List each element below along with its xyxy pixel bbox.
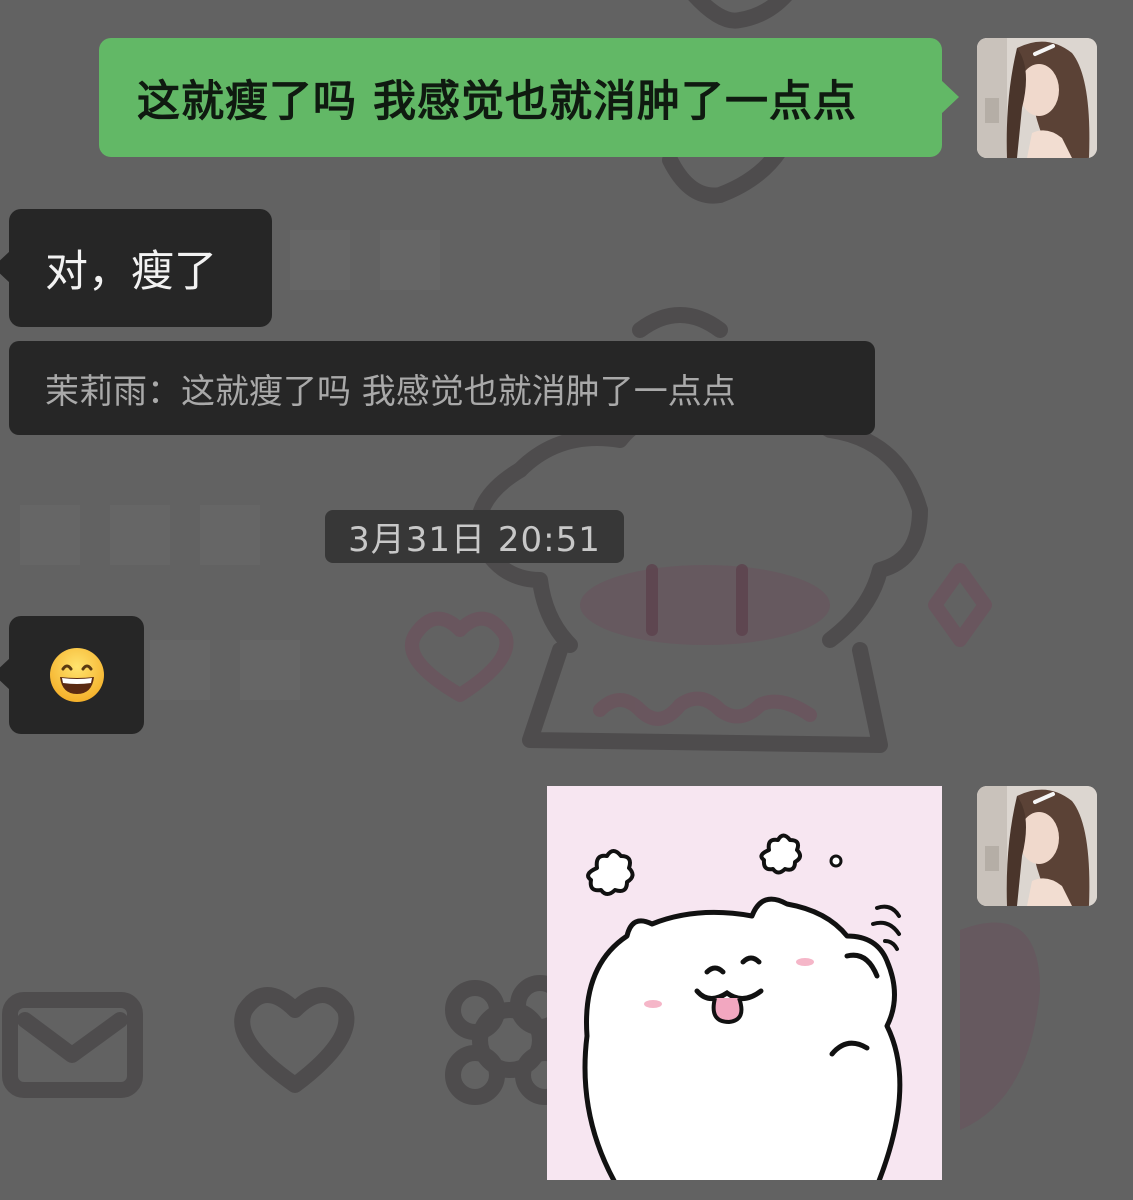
grinning-face-icon [49, 648, 104, 702]
quoted-message-text: 茉莉雨：这就瘦了吗 我感觉也就消肿了一点点 [45, 371, 736, 412]
my-avatar[interactable] [977, 38, 1097, 158]
incoming-message-bubble[interactable]: 对，瘦了 [0, 209, 272, 327]
quoted-message[interactable]: 茉莉雨：这就瘦了吗 我感觉也就消肿了一点点 [9, 341, 875, 435]
my-avatar-2[interactable] [977, 786, 1097, 906]
chat-window: 这就瘦了吗 我感觉也就消肿了一点点 对，瘦了 茉莉雨：这就瘦了吗 我感觉也就消肿… [0, 0, 1133, 1200]
avatar-photo-icon [977, 786, 1097, 906]
avatar-photo-icon [977, 38, 1097, 158]
outgoing-message-text: 这就瘦了吗 我感觉也就消肿了一点点 [137, 76, 857, 127]
message-timestamp: 3月31日 20:51 [325, 510, 624, 563]
outgoing-sticker[interactable] [547, 786, 942, 1180]
incoming-message-text: 对，瘦了 [45, 247, 217, 297]
outgoing-message-bubble[interactable]: 这就瘦了吗 我感觉也就消肿了一点点 [99, 38, 959, 157]
incoming-emoji-bubble[interactable] [0, 616, 144, 734]
white-cat-sticker [547, 786, 942, 1180]
